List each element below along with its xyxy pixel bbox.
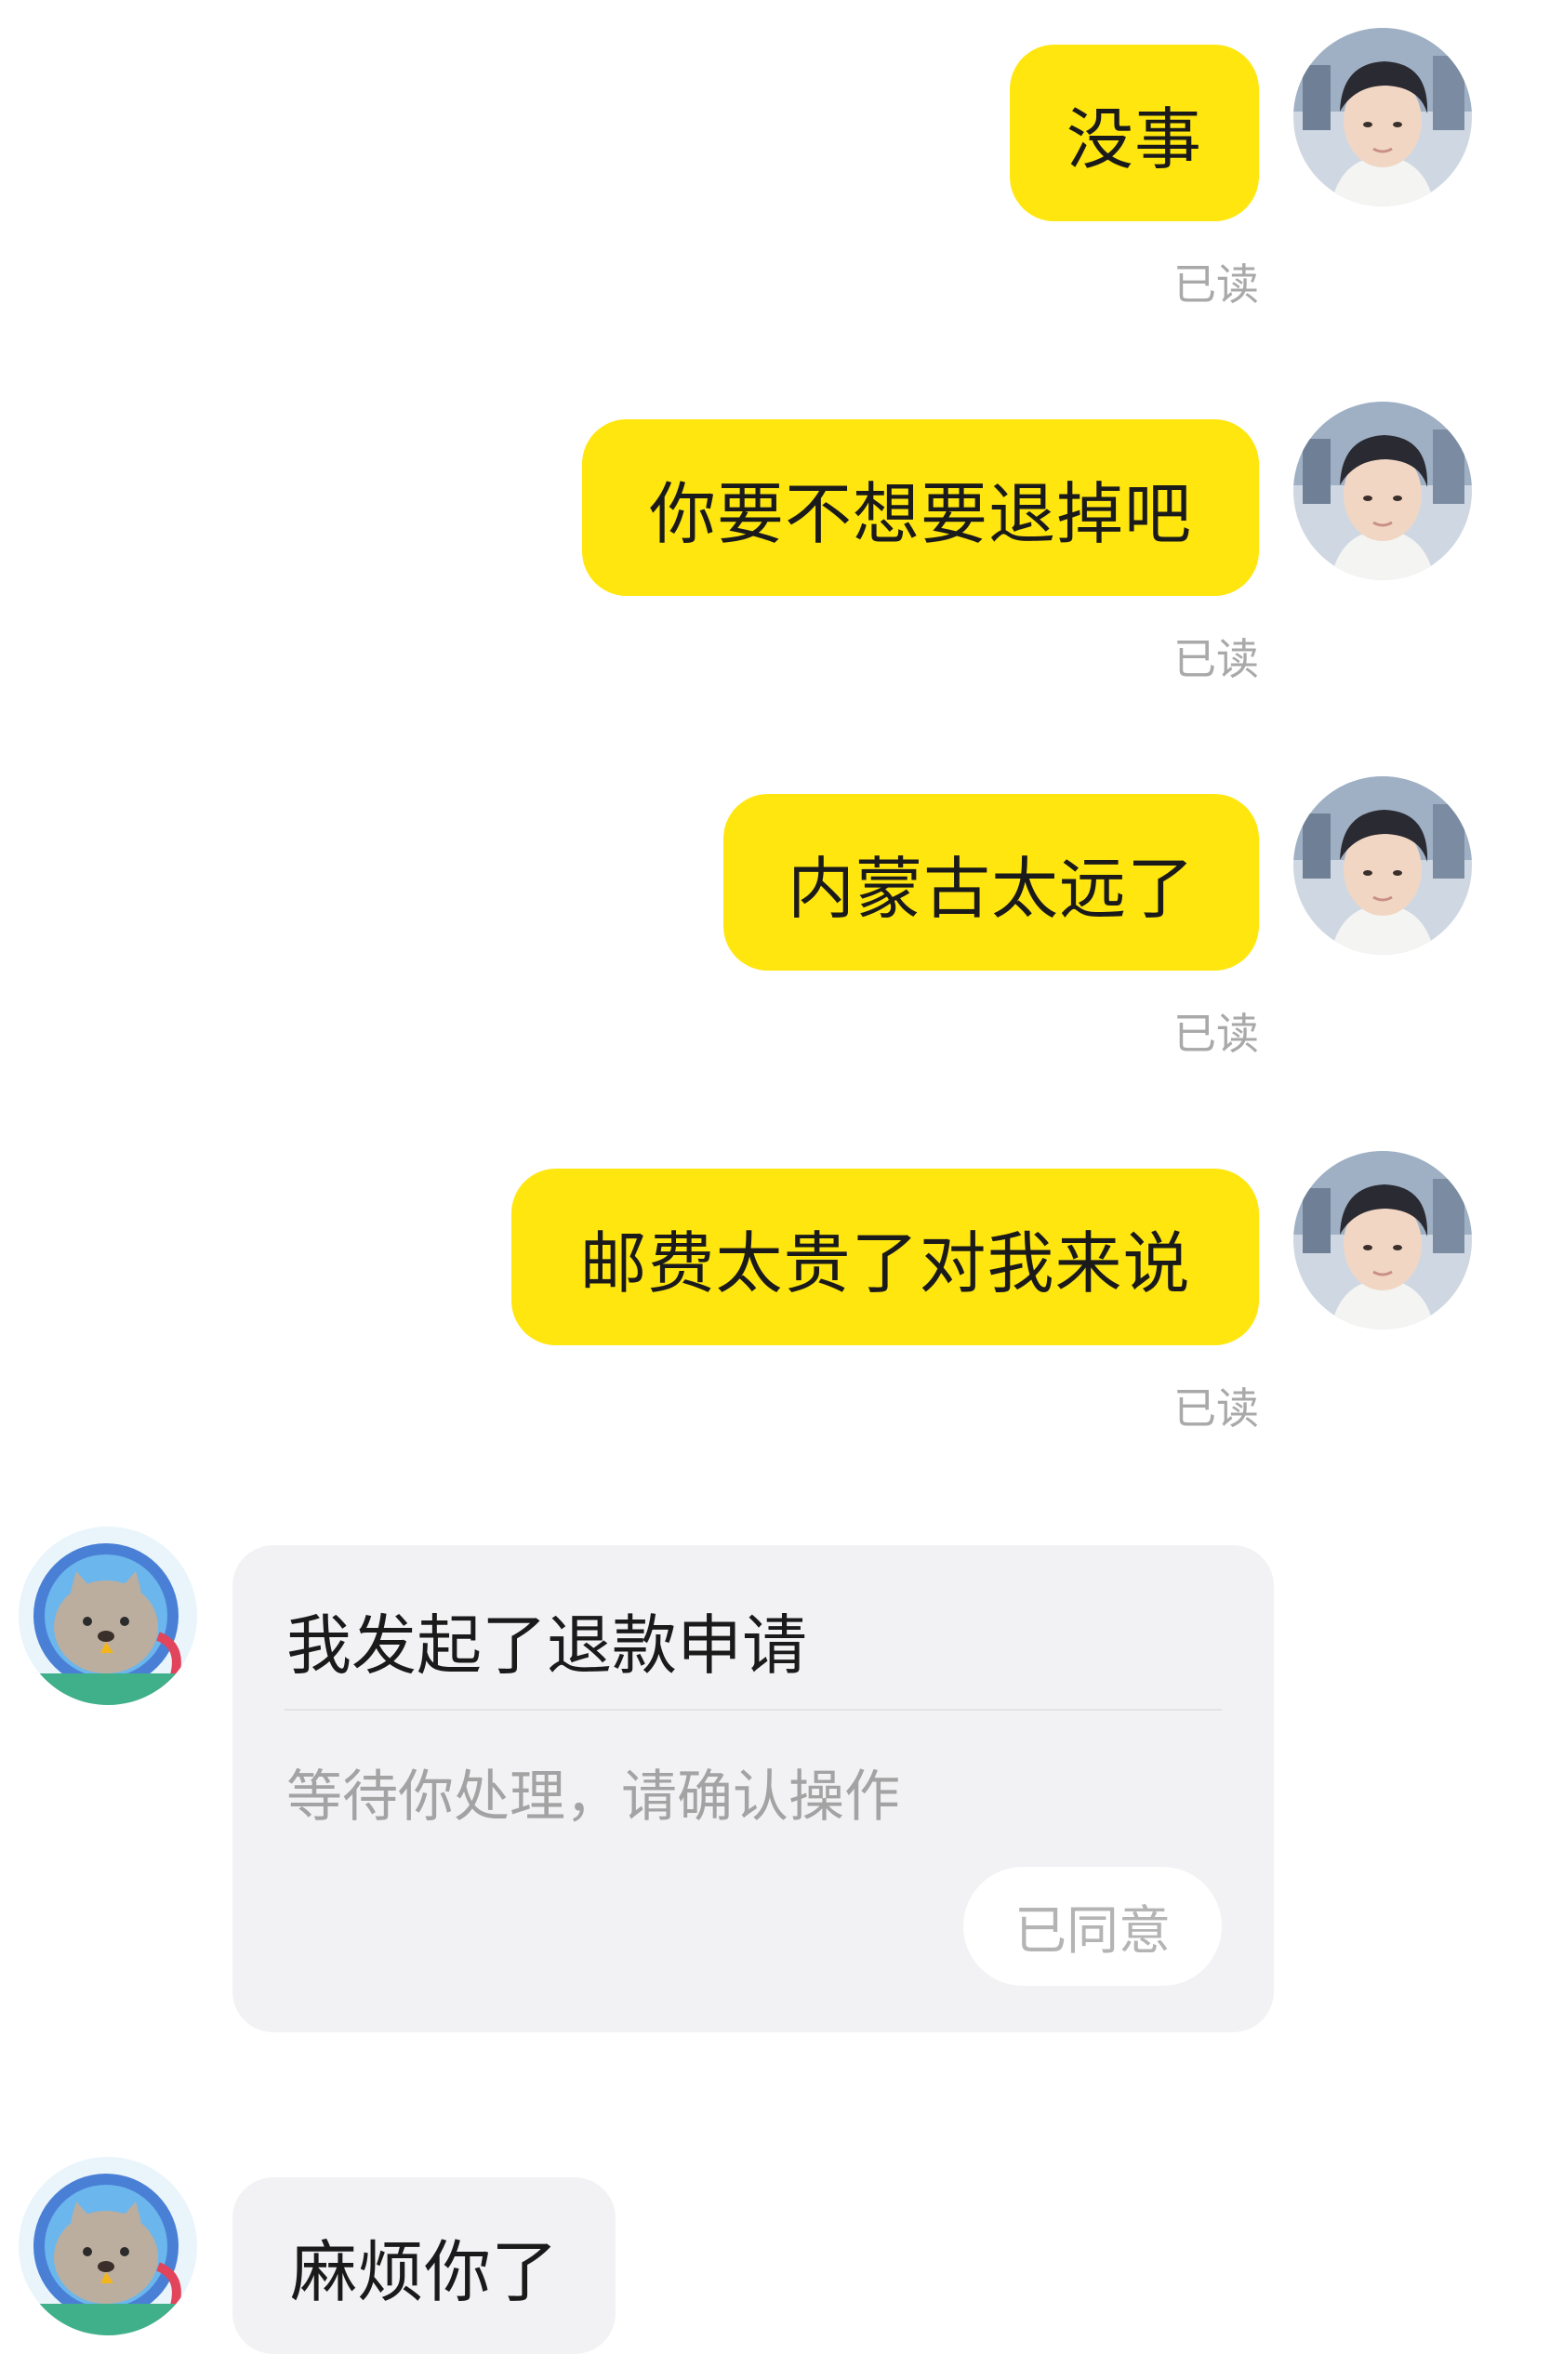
seal-astronaut-avatar-icon (19, 1527, 197, 1705)
read-status: 已读 (1173, 634, 1259, 684)
message-text: 没事 (1066, 99, 1202, 178)
message-bubble-out[interactable]: 你要不想要退掉吧 (582, 419, 1259, 596)
message-bubble-in[interactable]: 麻烦你了 (232, 2177, 616, 2354)
agreed-button[interactable]: 已同意 (963, 1867, 1222, 1986)
refund-card-subtitle: 等待你处理，请确认操作 (286, 1765, 900, 1830)
seal-astronaut-avatar-icon (19, 2157, 197, 2335)
read-status: 已读 (1173, 1009, 1259, 1059)
self-avatar[interactable] (1293, 402, 1472, 580)
message-bubble-out[interactable]: 没事 (1010, 45, 1259, 221)
message-bubble-out[interactable]: 内蒙古太远了 (723, 794, 1259, 971)
user-photo-avatar-icon (1293, 776, 1472, 955)
message-text: 麻烦你了 (290, 2232, 559, 2311)
self-avatar[interactable] (1293, 1151, 1472, 1329)
message-text: 邮费太贵了对我来说 (579, 1223, 1191, 1302)
message-text: 你要不想要退掉吧 (648, 474, 1192, 553)
peer-avatar[interactable] (19, 2157, 197, 2335)
user-photo-avatar-icon (1293, 402, 1472, 580)
self-avatar[interactable] (1293, 776, 1472, 955)
message-text: 内蒙古太远了 (787, 849, 1195, 928)
read-status: 已读 (1173, 1383, 1259, 1434)
message-bubble-out[interactable]: 邮费太贵了对我来说 (511, 1169, 1259, 1345)
user-photo-avatar-icon (1293, 1151, 1472, 1329)
refund-card-title: 我发起了退款申请 (286, 1607, 807, 1684)
refund-request-card[interactable]: 我发起了退款申请 等待你处理，请确认操作 已同意 (232, 1545, 1274, 2032)
user-photo-avatar-icon (1293, 28, 1472, 206)
read-status: 已读 (1173, 259, 1259, 310)
peer-avatar[interactable] (19, 1527, 197, 1705)
self-avatar[interactable] (1293, 28, 1472, 206)
card-divider (285, 1709, 1222, 1711)
